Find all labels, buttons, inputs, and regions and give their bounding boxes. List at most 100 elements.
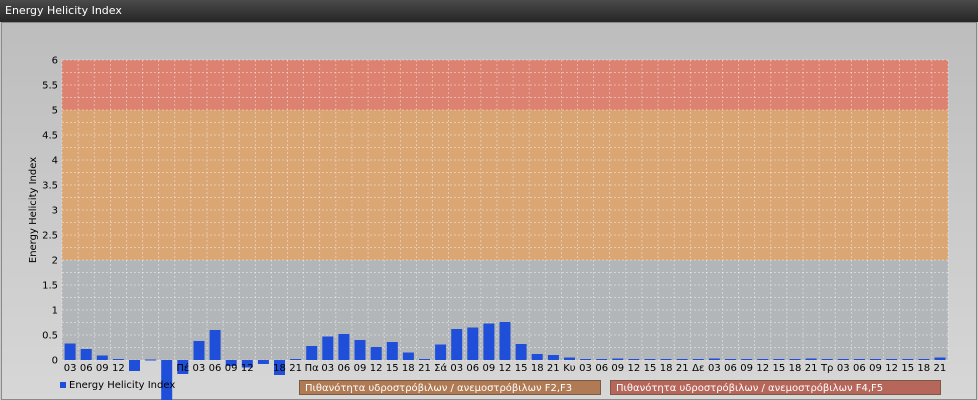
x-tick-label: 09 xyxy=(611,363,624,374)
bar[interactable] xyxy=(306,346,318,360)
bar[interactable] xyxy=(628,359,640,360)
x-tick-label: Πέ xyxy=(176,362,189,374)
bar[interactable] xyxy=(676,359,688,360)
bar[interactable] xyxy=(789,359,801,360)
x-tick-label: 21 xyxy=(418,363,431,374)
x-tick-label: 12 xyxy=(499,363,512,374)
y-tick-label: 2.5 xyxy=(42,231,58,242)
bar[interactable] xyxy=(322,336,334,361)
bar[interactable] xyxy=(902,359,914,360)
bar[interactable] xyxy=(725,359,737,360)
bar[interactable] xyxy=(193,341,205,360)
x-tick-label: 06 xyxy=(466,363,479,374)
x-tick-label: 21 xyxy=(934,363,947,374)
x-tick-label: 03 xyxy=(64,363,77,374)
band-label-f2f3-text: Πιθανότητα υδροστρόβιλων / ανεμοστρόβιλω… xyxy=(305,383,573,394)
bar[interactable] xyxy=(547,355,559,360)
bar[interactable] xyxy=(451,329,463,360)
x-tick-label: Κυ xyxy=(563,363,576,374)
y-tick-label: 5 xyxy=(52,106,58,117)
bar[interactable] xyxy=(773,359,785,360)
band-label-f4f5[interactable]: Πιθανότητα υδροστρόβιλων / ανεμοστρόβιλω… xyxy=(610,380,941,395)
bar[interactable] xyxy=(837,359,849,360)
y-tick-label: 3 xyxy=(52,206,58,217)
bar[interactable] xyxy=(419,359,430,360)
bar[interactable] xyxy=(612,358,624,361)
x-tick-label: 06 xyxy=(595,363,608,374)
bar[interactable] xyxy=(209,330,221,360)
bar[interactable] xyxy=(483,323,495,361)
x-tick-label: 09 xyxy=(354,363,367,374)
x-tick-label: 21 xyxy=(805,363,818,374)
legend-series[interactable]: Energy Helicity Index xyxy=(60,379,175,393)
x-tick-label: 15 xyxy=(386,363,399,374)
bar[interactable] xyxy=(402,352,414,361)
bar[interactable] xyxy=(531,354,543,360)
bar[interactable] xyxy=(338,334,350,360)
bar[interactable] xyxy=(853,359,865,360)
bar[interactable] xyxy=(80,349,92,360)
x-tick-label: 18 xyxy=(917,363,930,374)
y-axis-ticks: 0 0.5 1 1.5 2 2.5 3 3.5 4 4.5 5 5.5 6 xyxy=(42,56,58,367)
bar[interactable] xyxy=(886,359,898,360)
bar[interactable] xyxy=(386,342,398,360)
bar[interactable] xyxy=(757,359,769,360)
bar[interactable] xyxy=(257,360,269,364)
bar[interactable] xyxy=(435,344,447,361)
legend-swatch xyxy=(60,382,66,388)
bar[interactable] xyxy=(805,358,817,361)
x-tick-label: 06 xyxy=(338,363,351,374)
x-tick-label: 12 xyxy=(628,363,641,374)
bar[interactable] xyxy=(96,355,108,361)
bar[interactable] xyxy=(64,343,76,361)
bar[interactable] xyxy=(870,359,881,360)
x-tick-label: Σά xyxy=(434,362,447,374)
bar[interactable] xyxy=(821,359,833,360)
y-tick-label: 0.5 xyxy=(42,331,58,342)
x-tick-label: 03 xyxy=(321,363,334,374)
x-tick-label: 03 xyxy=(837,363,850,374)
x-tick-label: 06 xyxy=(80,363,93,374)
y-tick-label: 5.5 xyxy=(42,81,58,92)
x-tick-label: 15 xyxy=(773,363,786,374)
x-tick-label: Τρ xyxy=(820,363,833,374)
y-tick-label: 1 xyxy=(52,306,58,317)
bar[interactable] xyxy=(692,359,704,360)
x-tick-label: 12 xyxy=(370,363,383,374)
bar[interactable] xyxy=(741,359,753,360)
band-label-f4f5-text: Πιθανότητα υδροστρόβιλων / ανεμοστρόβιλω… xyxy=(616,383,884,394)
x-tick-label: 06 xyxy=(209,363,222,374)
bar[interactable] xyxy=(596,359,608,360)
x-tick-label: 12 xyxy=(241,363,254,374)
y-tick-label: 2 xyxy=(52,256,58,267)
bar[interactable] xyxy=(918,359,930,360)
bar[interactable] xyxy=(580,359,592,360)
x-tick-label: 12 xyxy=(756,363,769,374)
bar[interactable] xyxy=(112,359,124,360)
y-tick-label: 0 xyxy=(52,356,58,367)
bar[interactable] xyxy=(708,358,720,361)
x-tick-label: 18 xyxy=(789,363,802,374)
bar[interactable] xyxy=(564,357,575,361)
y-axis-label: Energy Helicity Index xyxy=(28,157,39,263)
bar[interactable] xyxy=(129,360,140,371)
y-tick-label: 6 xyxy=(52,56,58,67)
bar[interactable] xyxy=(499,322,511,360)
x-tick-label: Δε xyxy=(692,363,704,374)
y-tick-label: 3.5 xyxy=(42,181,58,192)
bar[interactable] xyxy=(934,357,946,361)
bar[interactable] xyxy=(467,327,479,361)
x-tick-label: 12 xyxy=(112,363,125,374)
bar[interactable] xyxy=(290,359,302,360)
y-tick-label: 1.5 xyxy=(42,281,58,292)
bar[interactable] xyxy=(145,359,157,361)
bar[interactable] xyxy=(644,359,656,360)
bar[interactable] xyxy=(370,347,382,360)
x-tick-label: Πα xyxy=(305,363,320,374)
bar[interactable] xyxy=(660,359,672,360)
bar[interactable] xyxy=(354,340,366,360)
x-tick-label: 18 xyxy=(273,363,286,374)
bar[interactable] xyxy=(515,344,527,360)
legend-series-label: Energy Helicity Index xyxy=(69,380,176,391)
band-label-f2f3[interactable]: Πιθανότητα υδροστρόβιλων / ανεμοστρόβιλω… xyxy=(299,380,601,395)
